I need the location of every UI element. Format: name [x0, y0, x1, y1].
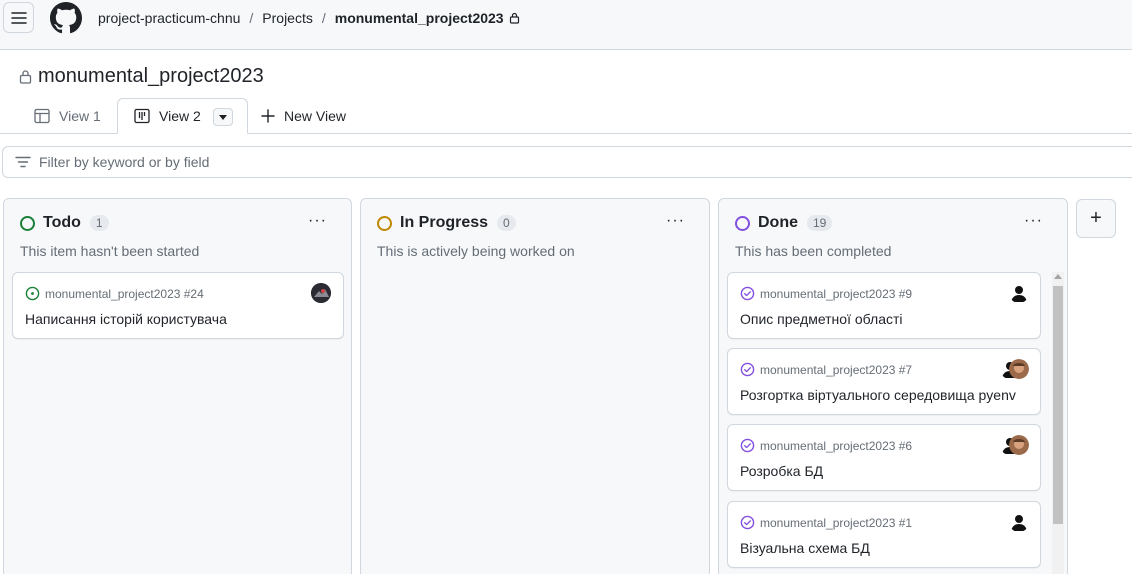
- lock-icon: [509, 12, 519, 24]
- column-description: This has been completed: [735, 243, 892, 259]
- new-view-button[interactable]: New View: [261, 98, 346, 134]
- issue-closed-icon: [740, 362, 755, 377]
- issue-card[interactable]: monumental_project2023 #1 Візуальна схем…: [727, 501, 1041, 568]
- avatar[interactable]: [1009, 359, 1029, 379]
- avatar[interactable]: [1009, 283, 1029, 303]
- card-title[interactable]: Розробка БД: [740, 463, 823, 479]
- item-count: 19: [807, 215, 833, 231]
- github-logo-icon[interactable]: [50, 2, 82, 34]
- tab-view-2[interactable]: View 2: [117, 98, 248, 134]
- issue-card[interactable]: monumental_project2023 #9 Опис предметно…: [727, 272, 1041, 339]
- item-count: 1: [89, 215, 109, 231]
- breadcrumb-org[interactable]: project-practicum-chnu: [98, 10, 240, 26]
- card-title[interactable]: Написання історій користувача: [25, 311, 227, 327]
- column-name: Todo: [43, 214, 81, 231]
- project-header: monumental_project2023: [19, 65, 264, 88]
- filter-icon: [15, 156, 31, 168]
- issue-card[interactable]: monumental_project2023 #7 Розгортка вірт…: [727, 348, 1041, 415]
- breadcrumb-project[interactable]: monumental_project2023: [335, 10, 504, 26]
- table-icon: [34, 108, 50, 124]
- new-view-label: New View: [284, 108, 346, 124]
- breadcrumb-separator: /: [321, 10, 326, 26]
- tab-label: View 1: [59, 108, 101, 124]
- add-column-button[interactable]: +: [1076, 199, 1116, 238]
- column-menu-button[interactable]: ···: [1024, 212, 1043, 230]
- board-icon: [134, 108, 150, 124]
- done-status-icon: [735, 215, 750, 231]
- column-description: This item hasn't been started: [20, 243, 200, 259]
- card-repo[interactable]: monumental_project2023 #9: [760, 287, 912, 301]
- card-repo[interactable]: monumental_project2023 #7: [760, 363, 912, 377]
- breadcrumb-projects[interactable]: Projects: [262, 10, 313, 26]
- card-title[interactable]: Візуальна схема БД: [740, 540, 870, 556]
- filter-placeholder: Filter by keyword or by field: [39, 154, 210, 170]
- card-title[interactable]: Опис предметної області: [740, 311, 903, 327]
- card-title[interactable]: Розгортка віртуального середовища pyenv: [740, 387, 1016, 403]
- hamburger-icon: [10, 11, 27, 24]
- plus-icon: [261, 109, 275, 123]
- column-scrollbar[interactable]: [1052, 272, 1064, 574]
- card-repo[interactable]: monumental_project2023 #1: [760, 516, 912, 530]
- avatar[interactable]: [311, 283, 331, 303]
- issue-open-icon: [25, 286, 40, 301]
- column-in-progress: In Progress 0 This is actively being wor…: [360, 198, 710, 574]
- column-name: Done: [758, 214, 798, 231]
- scroll-up-icon[interactable]: [1054, 274, 1062, 279]
- todo-status-icon: [20, 215, 35, 231]
- column-menu-button[interactable]: ···: [666, 212, 685, 230]
- column-todo: Todo 1 This item hasn't been started ···…: [3, 198, 352, 574]
- breadcrumb-separator: /: [249, 10, 254, 26]
- tab-view-1[interactable]: View 1: [34, 98, 101, 134]
- issue-closed-icon: [740, 438, 755, 453]
- issue-closed-icon: [740, 515, 755, 530]
- item-count: 0: [497, 215, 516, 231]
- in-progress-status-icon: [377, 215, 392, 231]
- avatar[interactable]: [1009, 435, 1029, 455]
- card-repo[interactable]: monumental_project2023 #6: [760, 439, 912, 453]
- top-bar: project-practicum-chnu / Projects / monu…: [0, 0, 1132, 50]
- filter-input[interactable]: Filter by keyword or by field: [2, 146, 1132, 178]
- lock-icon: [19, 70, 32, 84]
- column-menu-button[interactable]: ···: [308, 212, 327, 230]
- view-tabs: View 1 View 2 New View: [0, 98, 1132, 134]
- project-title: monumental_project2023: [38, 65, 264, 87]
- issue-card[interactable]: monumental_project2023 #6 Розробка БД: [727, 424, 1041, 491]
- avatar[interactable]: [1009, 512, 1029, 532]
- breadcrumb: project-practicum-chnu / Projects / monu…: [98, 10, 520, 26]
- card-repo[interactable]: monumental_project2023 #24: [45, 287, 204, 301]
- caret-down-icon: [219, 114, 227, 120]
- column-description: This is actively being worked on: [377, 243, 575, 259]
- column-done: Done 19 This has been completed ··· monu…: [718, 198, 1068, 574]
- view-options-button[interactable]: [213, 108, 233, 126]
- tab-label: View 2: [159, 108, 201, 124]
- column-name: In Progress: [400, 214, 489, 231]
- issue-card[interactable]: monumental_project2023 #24 Написання іст…: [12, 272, 344, 339]
- scrollbar-thumb[interactable]: [1053, 286, 1063, 524]
- hamburger-menu-button[interactable]: [3, 2, 34, 33]
- issue-closed-icon: [740, 286, 755, 301]
